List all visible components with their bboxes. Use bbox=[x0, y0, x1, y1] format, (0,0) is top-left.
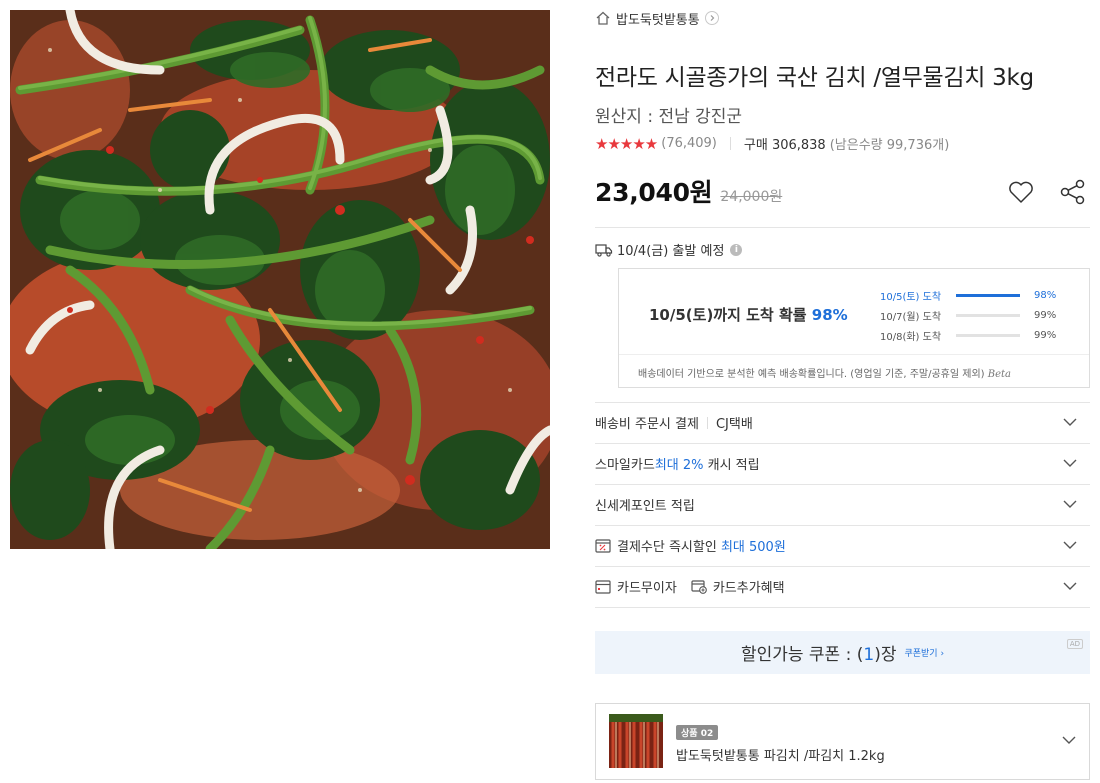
card-benefits-row[interactable]: 카드무이자 카드추가혜택 bbox=[595, 566, 1090, 607]
smile-card-row[interactable]: 스마일카드 최대 2% 캐시 적립 bbox=[595, 443, 1090, 484]
chevron-down-icon[interactable] bbox=[1062, 455, 1078, 471]
divider bbox=[729, 137, 731, 150]
payment-discount-row[interactable]: 결제수단 즉시할인 최대 500원 bbox=[595, 525, 1090, 566]
probability-date: 10/7(월) 도착 bbox=[880, 311, 942, 323]
chevron-down-icon[interactable] bbox=[1062, 578, 1078, 594]
probability-bar bbox=[956, 313, 1020, 317]
shipping-departure: 10/4(금) 출발 예정 i bbox=[595, 240, 743, 259]
percent-card-icon bbox=[595, 538, 611, 553]
sale-price: 23,040원 bbox=[595, 178, 713, 207]
product-title: 전라도 시골종가의 국산 김치 /열무물김치 3kg bbox=[595, 65, 1034, 91]
remaining-stock: (남은수량 99,736개) bbox=[829, 138, 950, 153]
probability-value: 99% bbox=[1034, 309, 1057, 321]
truck-icon bbox=[595, 243, 613, 257]
chevron-down-icon[interactable] bbox=[1062, 414, 1078, 430]
home-icon bbox=[596, 11, 610, 25]
smile-card-label: 스마일카드 bbox=[595, 458, 655, 473]
shinsegae-point-text: 신세계포인트 적립 bbox=[595, 499, 695, 514]
probability-value: 98% bbox=[1034, 289, 1057, 301]
store-name[interactable]: 밥도둑텃밭통통 bbox=[616, 9, 700, 28]
price-row: 23,040원 24,000원 bbox=[595, 173, 1090, 213]
probability-bar bbox=[956, 293, 1020, 297]
smile-card-rate: 최대 2% bbox=[654, 458, 704, 473]
probability-date: 10/8(화) 도착 bbox=[880, 331, 942, 343]
related-product-thumbnail bbox=[609, 714, 663, 768]
payment-discount-label: 결제수단 즉시할인 bbox=[617, 540, 721, 555]
probability-item: 10/8(화) 도착 99% bbox=[880, 325, 1070, 345]
divider bbox=[595, 607, 1090, 608]
smile-card-suffix: 캐시 적립 bbox=[703, 458, 760, 473]
coupon-unit: )장 bbox=[874, 645, 897, 665]
card-interest-free[interactable]: 카드무이자 bbox=[617, 577, 677, 596]
rating-row: ★★★★★ (76,409) 구매 306,838 (남은수량 99,736개) bbox=[595, 134, 950, 154]
probability-item: 10/7(월) 도착 99% bbox=[880, 305, 1070, 325]
coupon-count: 1 bbox=[863, 645, 875, 665]
divider bbox=[706, 416, 708, 429]
chevron-down-icon[interactable] bbox=[1062, 496, 1078, 512]
shinsegae-point-row[interactable]: 신세계포인트 적립 bbox=[595, 484, 1090, 525]
card-extra-benefit[interactable]: 카드추가혜택 bbox=[713, 577, 785, 596]
probability-item: 10/5(토) 도착 98% bbox=[880, 285, 1070, 305]
get-coupon-link[interactable]: 쿠폰받기 › bbox=[904, 646, 944, 659]
product-origin: 원산지 : 전남 강진군 bbox=[595, 107, 743, 127]
purchase-count: 구매 306,838 bbox=[743, 138, 826, 153]
review-count[interactable]: (76,409) bbox=[661, 136, 717, 151]
original-price: 24,000원 bbox=[720, 189, 783, 205]
arrival-main-text: 10/5(토)까지 도착 확률 98% bbox=[649, 304, 848, 325]
ad-badge: AD bbox=[1066, 639, 1083, 649]
beta-label: Beta bbox=[987, 369, 1011, 380]
probability-list: 10/5(토) 도착 98% 10/7(월) 도착 99% 10/8(화) 도착… bbox=[880, 285, 1070, 345]
arrival-main-label: 10/5(토)까지 도착 확률 bbox=[649, 306, 812, 324]
kimchi-photo bbox=[10, 10, 550, 549]
arrival-note: 배송데이터 기반으로 분석한 예측 배송확률입니다. (영업일 기준, 주말/공… bbox=[638, 365, 1011, 380]
payment-discount-amount: 최대 500원 bbox=[720, 540, 786, 555]
probability-date: 10/5(토) 도착 bbox=[880, 291, 942, 303]
probability-bar bbox=[956, 333, 1020, 337]
arrival-probability-box: 10/5(토)까지 도착 확률 98% 10/5(토) 도착 98% 10/7(… bbox=[618, 268, 1090, 388]
heart-icon[interactable] bbox=[1006, 177, 1036, 207]
store-link[interactable]: 밥도둑텃밭통통 bbox=[595, 9, 719, 28]
card-icon bbox=[595, 579, 611, 594]
related-product-badge: 상품 02 bbox=[676, 725, 719, 740]
delivery-fee-text: 배송비 주문시 결제 bbox=[595, 417, 699, 432]
share-icon[interactable] bbox=[1058, 177, 1088, 207]
divider bbox=[595, 227, 1090, 228]
courier-text: CJ택배 bbox=[715, 417, 753, 432]
departure-text: 10/4(금) 출발 예정 bbox=[617, 244, 725, 259]
probability-bar-fill bbox=[956, 293, 1020, 297]
delivery-fee-row[interactable]: 배송비 주문시 결제 CJ택배 bbox=[595, 402, 1090, 443]
card-plus-icon bbox=[691, 579, 707, 594]
coupon-banner[interactable]: 할인가능 쿠폰 : (1)장 쿠폰받기 › AD bbox=[595, 631, 1090, 674]
chevron-down-icon[interactable] bbox=[1061, 732, 1077, 748]
arrival-note-text: 배송데이터 기반으로 분석한 예측 배송확률입니다. (영업일 기준, 주말/공… bbox=[638, 369, 988, 380]
related-product-name: 밥도둑텃밭통통 파김치 /파김치 1.2kg bbox=[676, 749, 885, 764]
coupon-text: 할인가능 쿠폰 : (1)장 bbox=[741, 640, 897, 665]
arrival-main-percent: 98% bbox=[811, 306, 848, 324]
product-image[interactable] bbox=[10, 10, 550, 549]
rating-stars: ★★★★★ bbox=[595, 134, 658, 153]
chevron-down-icon[interactable] bbox=[1062, 537, 1078, 553]
chevron-right-icon[interactable] bbox=[704, 11, 719, 25]
coupon-label: 할인가능 쿠폰 : ( bbox=[740, 645, 864, 665]
related-product-card[interactable]: 상품 02 밥도둑텃밭통통 파김치 /파김치 1.2kg bbox=[595, 703, 1090, 780]
info-icon[interactable]: i bbox=[730, 243, 743, 256]
probability-value: 99% bbox=[1034, 329, 1057, 341]
